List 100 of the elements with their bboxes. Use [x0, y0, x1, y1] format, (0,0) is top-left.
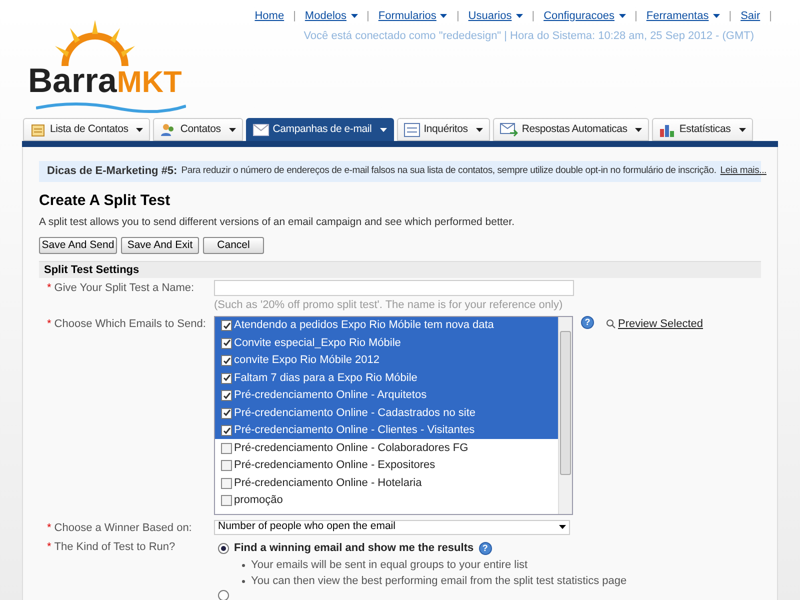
nav-link[interactable]: Ferramentas — [646, 8, 720, 24]
email-option[interactable]: Pré-credenciamento Online - Hotelaria — [215, 474, 558, 492]
caret-icon — [380, 128, 387, 132]
field-label: Give Your Split Test a Name: — [54, 280, 194, 296]
nav-tab[interactable]: Lista de Contatos — [23, 118, 150, 141]
nav-link[interactable]: Modelos — [304, 8, 358, 24]
nav-separator: | — [293, 9, 296, 24]
caret-icon — [476, 128, 483, 132]
checkbox[interactable] — [221, 408, 232, 418]
email-option[interactable]: promoção — [215, 492, 558, 510]
email-option[interactable]: Atendendo a pedidos Expo Rio Móbile tem nova data — [215, 316, 558, 334]
checkbox[interactable] — [221, 425, 232, 436]
page-title: Create A Split Test — [39, 191, 172, 211]
checkbox[interactable] — [221, 338, 232, 348]
check-icon — [222, 339, 230, 347]
section-header: Split Test Settings — [39, 260, 761, 278]
intro-text: A split test allows you to send different versions of an email campaign and see which performed better. — [39, 215, 516, 230]
tip-text: Para reduzir o número de endereços de e-mail falsos na sua lista de contatos, sempre utilize double opt-in no formulário de inscrição. — [181, 164, 716, 178]
email-option[interactable]: Pré-credenciamento Online - Arquitetos — [215, 386, 558, 404]
checkbox[interactable] — [221, 372, 232, 384]
nav-tab[interactable]: Campanhas de e-mail — [246, 118, 394, 141]
radio-button[interactable] — [218, 543, 229, 554]
nav-separator: | — [456, 9, 460, 24]
checkbox[interactable] — [221, 460, 232, 471]
name-hint: (Such as '20% off promo split test'. The name is for your reference only) — [214, 298, 564, 314]
checkbox[interactable] — [221, 320, 232, 331]
preview-link[interactable]: Preview Selected — [606, 316, 703, 332]
logo-text: MKT — [116, 68, 182, 98]
name-input[interactable] — [214, 280, 574, 296]
winner-select[interactable]: Number of people who open the email — [214, 520, 570, 535]
email-name: Pré-credenciamento Online - Expositores — [234, 458, 436, 474]
email-list[interactable] — [214, 316, 573, 515]
nav-link[interactable]: Usuarios — [468, 8, 523, 24]
email-option[interactable]: Pré-credenciamento Online - Colaboradores FG — [215, 439, 558, 457]
email-name: Pré-credenciamento Online - Cadastrados no site — [234, 406, 476, 421]
checkbox[interactable] — [221, 495, 232, 506]
bullet-text: Your emails will be sent in equal groups to your entire list — [251, 558, 528, 573]
email-name: convite Expo Rio Móbile 2012 — [234, 353, 380, 368]
nav-link[interactable]: Formularios — [378, 8, 448, 24]
nav-separator: | — [728, 9, 732, 24]
nav-link[interactable]: Configuracoes — [544, 8, 626, 24]
checkbox[interactable] — [221, 355, 232, 366]
caret-icon — [350, 14, 358, 18]
radio-button[interactable] — [218, 590, 229, 600]
check-icon — [222, 322, 230, 330]
email-name: Pré-credenciamento Online - Colaboradores FG — [234, 440, 468, 456]
nav-separator: | — [634, 9, 638, 24]
magnifier-icon — [606, 319, 616, 329]
check-icon — [222, 409, 230, 417]
email-option[interactable]: Faltam 7 dias para a Expo Rio Móbile — [215, 369, 558, 387]
field-label: Choose a Winner Based on: — [54, 520, 192, 536]
caret-icon — [712, 14, 720, 18]
caret-icon — [136, 128, 144, 132]
form-button[interactable]: Cancel — [203, 236, 264, 254]
email-name: Pré-credenciamento Online - Hotelaria — [234, 476, 422, 491]
nav-link[interactable]: Sair — [740, 8, 760, 24]
email-option[interactable]: Pré-credenciamento Online - Cadastrados no site — [215, 404, 558, 422]
nav-link[interactable]: Home — [254, 8, 284, 24]
nav-tab[interactable]: Respostas Automaticas — [492, 118, 650, 141]
people-icon — [160, 122, 176, 138]
nav-tab[interactable]: Contatos — [153, 118, 243, 141]
tip-title: Dicas de E-Marketing #5: — [47, 164, 178, 180]
required-marker: * — [47, 280, 52, 296]
email-option[interactable]: convite Expo Rio Móbile 2012 — [215, 352, 558, 370]
checkbox[interactable] — [221, 390, 232, 401]
bullet-icon — [242, 564, 245, 567]
form-icon — [404, 122, 420, 136]
check-icon — [222, 426, 230, 434]
check-icon — [222, 374, 230, 382]
bar-chart-icon — [659, 122, 676, 136]
caret-icon — [738, 128, 746, 132]
field-label: Choose Which Emails to Send: — [54, 316, 206, 332]
caret-icon — [618, 14, 626, 18]
form-button[interactable]: Save And Exit — [121, 236, 199, 254]
email-option[interactable]: Convite especial_Expo Rio Móbile — [215, 334, 558, 352]
email-name: Faltam 7 dias para a Expo Rio Móbile — [234, 370, 418, 386]
email-name: Pré-credenciamento Online - Arquitetos — [234, 388, 427, 404]
bullet-icon — [242, 580, 245, 583]
email-option[interactable]: Pré-credenciamento Online - Expositores — [215, 456, 558, 474]
nav-tab[interactable]: Inquéritos — [396, 118, 490, 141]
email-name: promoção — [234, 493, 283, 508]
email-option[interactable]: Pré-credenciamento Online - Clientes - Visitantes — [215, 422, 558, 440]
email-name: Pré-credenciamento Online - Clientes - Visitantes — [234, 423, 475, 438]
caret-icon — [559, 525, 566, 530]
nav-separator: | — [532, 9, 535, 24]
logo-text: Barra — [28, 64, 117, 98]
help-icon[interactable]: ? — [581, 316, 594, 329]
email-name: Atendendo a pedidos Expo Rio Móbile tem nova data — [234, 318, 494, 334]
checkbox[interactable] — [221, 442, 232, 454]
nav-separator: | — [366, 9, 370, 24]
help-icon[interactable]: ? — [478, 542, 492, 555]
form-button[interactable]: Save And Send — [39, 236, 117, 254]
nav-tab[interactable]: Estatísticas — [652, 118, 753, 141]
checkbox[interactable] — [221, 478, 232, 488]
bullet-text: You can then view the best performing email from the split test statistics page — [251, 574, 627, 589]
scrollbar[interactable] — [558, 316, 572, 514]
read-more-link[interactable]: Leia mais... — [720, 164, 766, 179]
nav-separator: | — [769, 9, 772, 24]
radio-label: Find a winning email and show me the results — [234, 541, 474, 556]
caret-icon — [228, 128, 236, 132]
